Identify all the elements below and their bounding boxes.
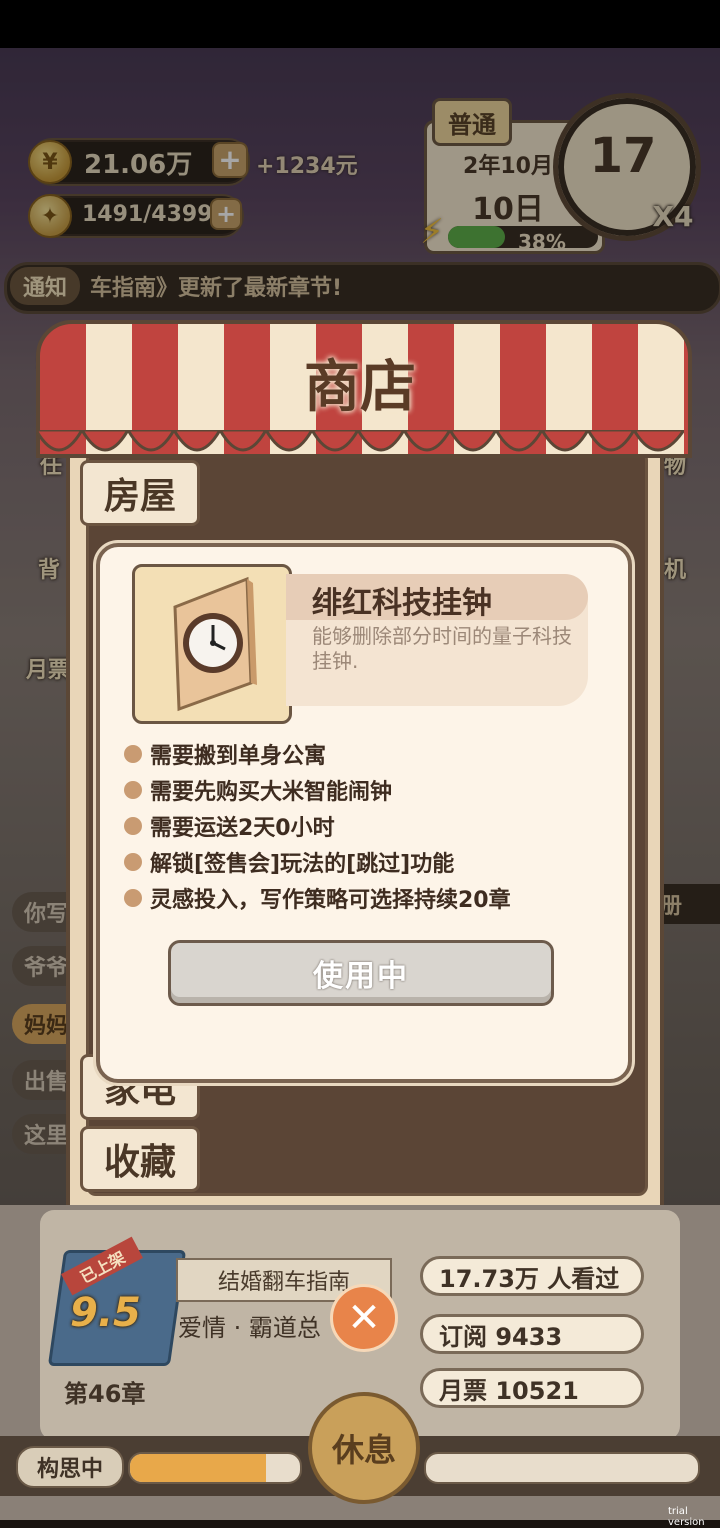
writing-progress-fill	[130, 1454, 266, 1482]
system-status-bar	[0, 0, 720, 48]
monthly-tickets-stat: 月票 10521	[420, 1368, 644, 1408]
wall-clock-icon	[173, 576, 257, 712]
bullet-dot	[124, 781, 142, 799]
close-button[interactable]: ✕	[330, 1284, 398, 1352]
shop-title: 商店	[304, 355, 416, 420]
requirement-2: 需要先购买大米智能闹钟	[124, 773, 392, 807]
requirement-text: 灵感投入，写作策略可选择持续20章	[150, 888, 511, 913]
requirement-text: 需要搬到单身公寓	[150, 744, 327, 769]
tab-collection[interactable]: 收藏	[80, 1126, 200, 1192]
requirement-4: 解锁[签售会]玩法的[跳过]功能	[124, 845, 454, 879]
tab-house[interactable]: 房屋	[80, 460, 200, 526]
writing-progress-bar	[128, 1452, 302, 1484]
secondary-progress-bar	[424, 1452, 700, 1484]
requirement-1: 需要搬到单身公寓	[124, 737, 326, 771]
item-name: 绯红科技挂钟	[312, 586, 492, 621]
item-description: 能够删除部分时间的量子科技挂钟.	[312, 624, 572, 673]
watermark: trial version	[668, 1506, 705, 1528]
bullet-dot	[124, 745, 142, 763]
bullet-dot	[124, 889, 142, 907]
requirement-text: 需要运送2天0小时	[150, 816, 335, 841]
rest-button[interactable]: 休息	[308, 1392, 420, 1504]
book-score: 9.5	[70, 1290, 141, 1336]
requirement-text: 解锁[签售会]玩法的[跳过]功能	[150, 852, 455, 877]
in-use-button[interactable]: 使用中	[168, 940, 554, 1006]
novel-genre: 爱情 · 霸道总	[178, 1314, 321, 1342]
requirement-text: 需要先购买大米智能闹钟	[150, 780, 393, 805]
bullet-dot	[124, 853, 142, 871]
status-tag: 构思中	[16, 1446, 124, 1488]
chapter-label: 第46章	[64, 1380, 146, 1408]
requirement-5: 灵感投入，写作策略可选择持续20章	[124, 881, 511, 915]
bullet-dot	[124, 817, 142, 835]
requirement-3: 需要运送2天0小时	[124, 809, 335, 843]
subscriptions-stat: 订阅 9433	[420, 1314, 644, 1354]
item-image-frame	[132, 564, 292, 724]
views-stat: 17.73万 人看过	[420, 1256, 644, 1296]
